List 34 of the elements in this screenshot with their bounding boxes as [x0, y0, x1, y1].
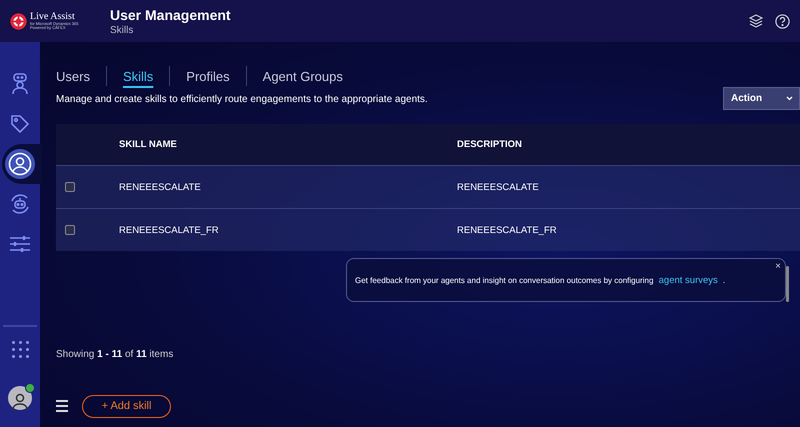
page-subtitle: Skills [110, 24, 134, 36]
user-icon [8, 152, 32, 176]
logo-icon [10, 12, 27, 30]
row-checkbox[interactable] [65, 225, 75, 235]
layers-icon[interactable] [749, 14, 763, 28]
column-header: SKILL NAME [118, 124, 456, 166]
notification-text: Get feedback from your agents and insight on conversation outcomes by configuring agent surveys . [355, 274, 726, 286]
sidebar-item[interactable] [2, 144, 42, 184]
table-cell: RENEEESCALATE [118, 166, 456, 208]
table-cell: RENEEESCALATE_FR [456, 208, 800, 251]
menu-icon[interactable] [56, 400, 68, 412]
add-skill-button[interactable]: + Add skill [82, 394, 171, 418]
table-cell: RENEEESCALATE [456, 166, 800, 208]
column-header: DESCRIPTION [456, 124, 800, 166]
tab[interactable]: Skills [106, 66, 170, 86]
bot-icon [9, 193, 31, 215]
page-title: User Management [110, 6, 231, 22]
table-cell: RENEEESCALATE_FR [118, 208, 456, 251]
scrollbar[interactable] [786, 266, 789, 302]
agent-icon [10, 73, 30, 95]
apps-icon[interactable] [12, 341, 28, 358]
avatar[interactable] [8, 386, 32, 410]
brand-name: Live Assist [30, 12, 76, 22]
agent-surveys-link[interactable]: agent surveys [658, 274, 718, 286]
tab[interactable]: Profiles [169, 66, 246, 86]
tab[interactable]: Users [56, 66, 106, 86]
help-icon[interactable] [775, 14, 790, 28]
action-dropdown[interactable]: Action [723, 87, 800, 110]
chevron-down-icon [786, 96, 793, 101]
row-checkbox[interactable] [65, 182, 75, 192]
sliders-icon [9, 235, 31, 253]
tag-icon [10, 114, 30, 134]
pagination-summary: Showing 1 - 11 of 11 items [56, 349, 174, 360]
tab[interactable]: Agent Groups [246, 66, 359, 86]
